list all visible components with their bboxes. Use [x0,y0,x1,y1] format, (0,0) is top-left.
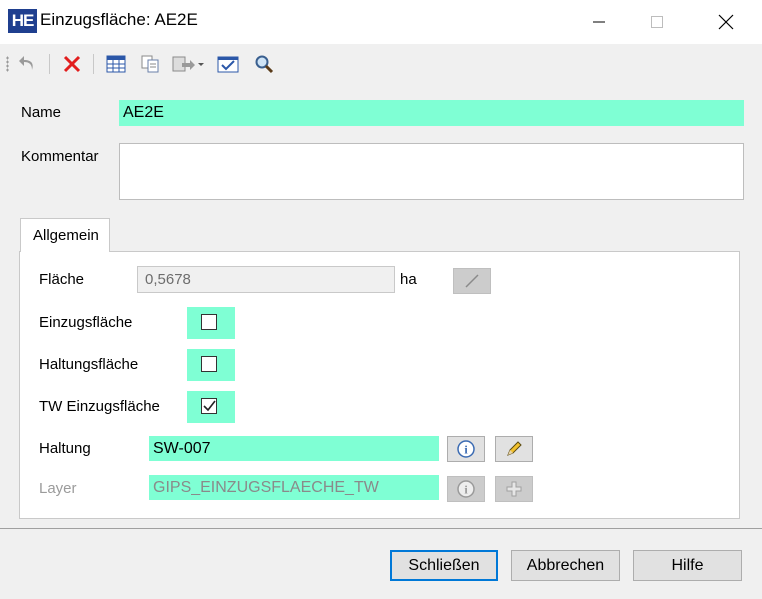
delete-icon [63,55,81,73]
close-icon [718,14,734,30]
info-icon: i [457,440,475,458]
search-button[interactable] [252,52,276,76]
haltungsflaeche-checkbox-area [187,349,235,381]
copy-button[interactable] [138,52,162,76]
title-bar: HE Einzugsfläche: AE2E [0,0,762,44]
haltung-label: Haltung [39,440,91,457]
checklist-icon [217,56,239,73]
toolbar-separator [93,54,94,74]
maximize-button[interactable] [628,0,686,44]
cancel-button[interactable]: Abbrechen [511,550,620,581]
export-dropdown-icon [172,56,204,72]
einzugsflaeche-checkbox-area [187,307,235,339]
export-dropdown-button[interactable] [170,52,206,76]
haltung-edit-button[interactable] [495,436,533,462]
toolbar-grip [6,56,9,72]
table-icon [106,55,126,73]
info-icon: i [457,480,475,498]
haltungsflaeche-label: Haltungsfläche [39,356,139,373]
comment-field[interactable] [119,143,744,200]
checklist-button[interactable] [216,52,240,76]
delete-button[interactable] [60,52,84,76]
tab-allgemein[interactable]: Allgemein [20,218,110,252]
minimize-button[interactable] [570,0,628,44]
name-field[interactable]: AE2E [119,100,744,126]
tw-einzugsflaeche-label: TW Einzugsfläche [39,398,160,415]
haltung-info-button[interactable]: i [447,436,485,462]
close-button[interactable]: Schließen [390,550,498,581]
plus-icon [506,481,522,497]
einzugsflaeche-checkbox[interactable] [201,314,217,330]
button-bar: Schließen Abbrechen Hilfe [0,528,762,599]
pencil-icon [465,274,479,288]
flaeche-unit: ha [400,271,417,288]
help-button[interactable]: Hilfe [633,550,742,581]
haltung-field[interactable]: SW-007 [149,436,439,461]
edit-flaeche-button[interactable] [453,268,491,294]
search-icon [255,55,274,74]
tw-einzugsflaeche-checkbox[interactable] [201,398,217,414]
haltungsflaeche-checkbox[interactable] [201,356,217,372]
layer-info-button: i [447,476,485,502]
flaeche-field: 0,5678 [137,266,395,293]
pencil-icon [507,441,522,456]
toolbar-separator [49,54,50,74]
copy-icon [141,55,159,73]
app-logo-icon: HE [8,9,37,33]
window-title: Einzugsfläche: AE2E [40,10,198,29]
table-view-button[interactable] [104,52,128,76]
maximize-icon [651,16,663,28]
undo-icon [19,56,33,70]
comment-label: Kommentar [21,148,99,165]
tab-allgemein-label: Allgemein [33,227,99,244]
tw-einzugsflaeche-checkbox-area [187,391,235,423]
name-label: Name [21,104,62,121]
flaeche-label: Fläche [39,271,85,288]
minimize-icon [593,21,605,23]
checkmark-icon [203,400,216,412]
layer-add-button [495,476,533,502]
layer-field: GIPS_EINZUGSFLAECHE_TW [149,475,439,500]
undo-button[interactable] [16,52,40,76]
toolbar [0,44,762,84]
layer-label: Layer [39,480,77,497]
einzugsflaeche-label: Einzugsfläche [39,314,133,331]
close-window-button[interactable] [697,0,755,44]
